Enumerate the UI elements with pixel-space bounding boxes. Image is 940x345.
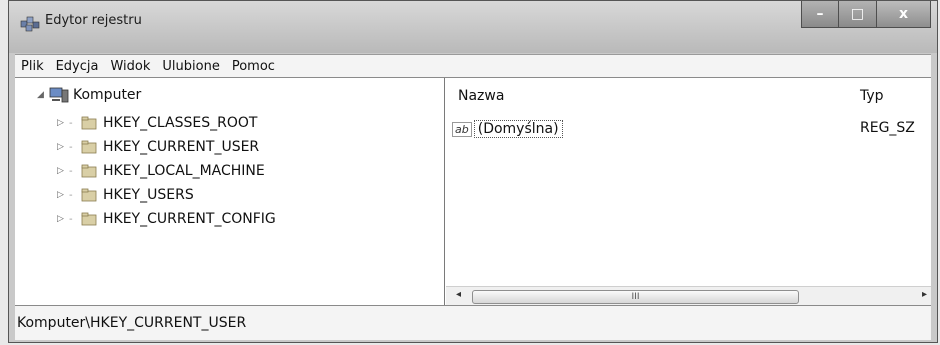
tree-connector: -: [69, 165, 74, 177]
main-panes: ◢ Komputer ▷ - HKEY_CLASSES_ROOT ▷ - HKE…: [15, 77, 931, 305]
tree-label: HKEY_CURRENT_CONFIG: [103, 211, 276, 227]
registry-editor-window: Edytor rejestru – □ x Plik Edycja Widok …: [8, 0, 938, 343]
expand-icon[interactable]: ▷: [57, 214, 69, 224]
folder-icon: [81, 164, 97, 178]
string-value-icon: ab: [452, 121, 472, 137]
title-bar[interactable]: Edytor rejestru – □ x: [9, 1, 937, 53]
minimize-icon: –: [816, 6, 824, 22]
expand-icon[interactable]: ▷: [57, 118, 69, 128]
minimize-button[interactable]: –: [801, 1, 839, 28]
tree-connector: -: [69, 117, 74, 129]
tree-item-hkey-users[interactable]: ▷ - HKEY_USERS: [57, 184, 194, 206]
expand-icon[interactable]: ▷: [57, 166, 69, 176]
tree-label: HKEY_LOCAL_MACHINE: [103, 163, 265, 179]
computer-icon: [49, 87, 69, 103]
maximize-icon: □: [850, 6, 865, 22]
tree-item-hkey-local-machine[interactable]: ▷ - HKEY_LOCAL_MACHINE: [57, 160, 265, 182]
menu-pomoc[interactable]: Pomoc: [232, 59, 275, 74]
values-list: Nazwa Typ ab (Domyślna) REG_SZ ◂ III ▸: [446, 78, 931, 305]
tree-item-hkey-classes-root[interactable]: ▷ - HKEY_CLASSES_ROOT: [57, 112, 257, 134]
tree-item-hkey-current-user[interactable]: ▷ - HKEY_CURRENT_USER: [57, 136, 259, 158]
column-header-type[interactable]: Typ: [860, 88, 884, 104]
folder-icon: [81, 188, 97, 202]
expand-icon[interactable]: ▷: [57, 190, 69, 200]
menu-plik[interactable]: Plik: [21, 59, 44, 74]
window-controls: – □ x: [801, 1, 931, 31]
close-button[interactable]: x: [877, 1, 931, 28]
tree-label: HKEY_USERS: [103, 187, 194, 203]
scroll-right-icon[interactable]: ▸: [922, 289, 927, 300]
registry-tree: ◢ Komputer ▷ - HKEY_CLASSES_ROOT ▷ - HKE…: [15, 78, 445, 305]
tree-connector: -: [69, 213, 74, 225]
scrollbar-thumb[interactable]: III: [472, 290, 799, 304]
status-bar: Komputer\HKEY_CURRENT_USER: [15, 305, 931, 340]
maximize-button[interactable]: □: [839, 1, 877, 28]
tree-label: HKEY_CURRENT_USER: [103, 139, 260, 155]
menu-edycja[interactable]: Edycja: [56, 59, 99, 74]
horizontal-scrollbar[interactable]: ◂ III ▸: [446, 286, 931, 305]
registry-editor-icon: [20, 16, 40, 32]
tree-connector: -: [69, 189, 74, 201]
collapse-icon[interactable]: ◢: [37, 90, 49, 100]
window-title: Edytor rejestru: [45, 13, 142, 28]
status-path: Komputer\HKEY_CURRENT_USER: [17, 315, 247, 331]
folder-icon: [81, 140, 97, 154]
grip-icon: III: [631, 292, 640, 302]
column-header-name[interactable]: Nazwa: [458, 88, 504, 104]
menu-bar: Plik Edycja Widok Ulubione Pomoc: [15, 54, 931, 77]
tree-item-hkey-current-config[interactable]: ▷ - HKEY_CURRENT_CONFIG: [57, 208, 276, 230]
menu-ulubione[interactable]: Ulubione: [162, 59, 219, 74]
list-item[interactable]: ab (Domyślna): [452, 118, 563, 140]
tree-item-computer[interactable]: ◢ Komputer: [37, 84, 141, 106]
tree-label-computer: Komputer: [73, 87, 142, 103]
tree-label: HKEY_CLASSES_ROOT: [103, 115, 258, 131]
menu-widok[interactable]: Widok: [110, 59, 150, 74]
folder-icon: [81, 212, 97, 226]
value-type: REG_SZ: [860, 120, 915, 136]
value-name: (Domyślna): [473, 120, 563, 138]
expand-icon[interactable]: ▷: [57, 142, 69, 152]
folder-icon: [81, 116, 97, 130]
close-icon: x: [898, 6, 909, 22]
scroll-left-icon[interactable]: ◂: [456, 289, 461, 300]
tree-connector: -: [69, 141, 74, 153]
